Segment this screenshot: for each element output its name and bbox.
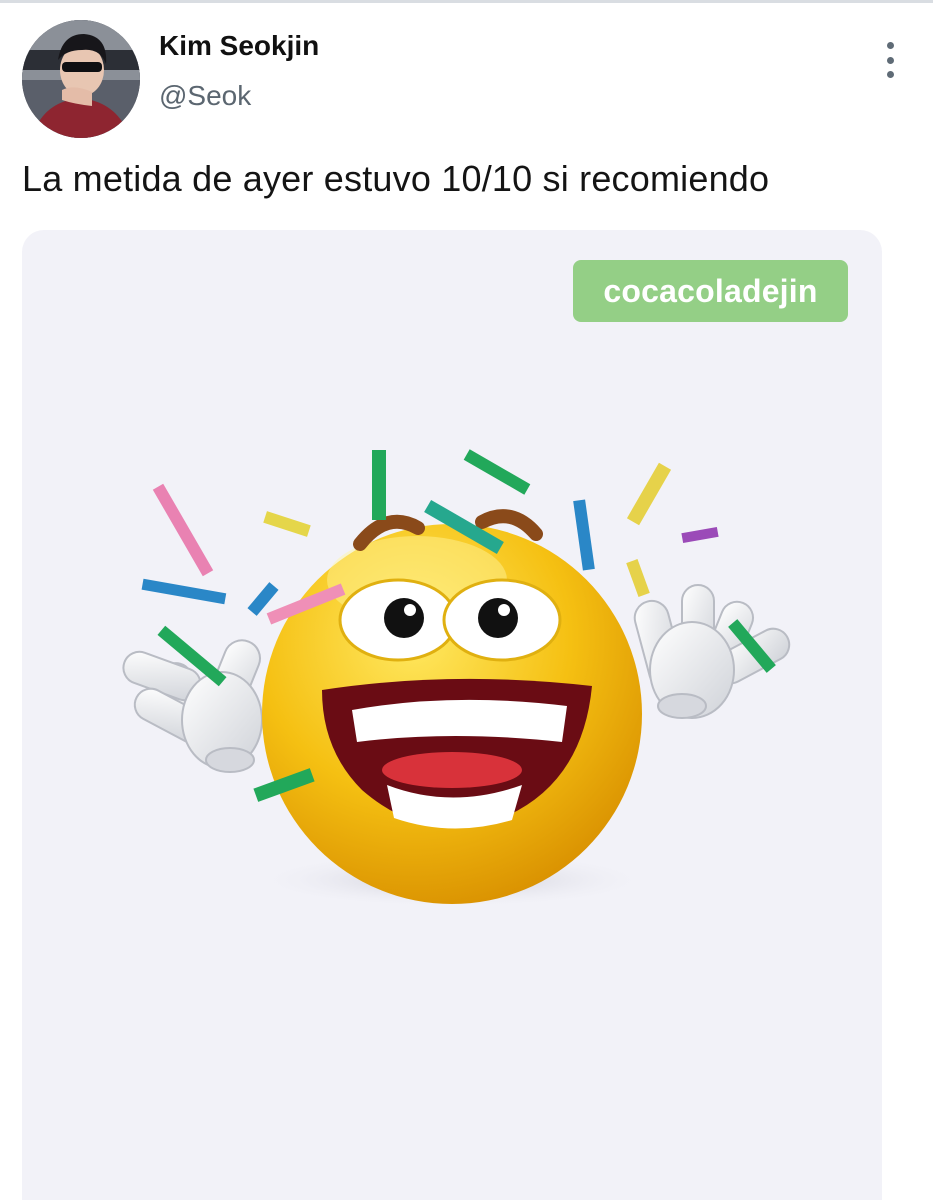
watermark-label: cocacoladejin (573, 260, 848, 322)
author-handle[interactable]: @Seok (159, 80, 251, 112)
laughing-emoji-image (122, 449, 791, 908)
right-glove (633, 584, 791, 719)
more-vertical-icon[interactable] (880, 42, 900, 78)
tweet-text: La metida de ayer estuvo 10/10 si recomi… (22, 158, 770, 199)
tweet-media[interactable]: cocacoladejin (22, 230, 882, 1200)
tweet-header: Kim Seokjin @Seok (22, 20, 912, 140)
avatar[interactable] (22, 20, 140, 138)
top-divider (0, 0, 933, 3)
author-name[interactable]: Kim Seokjin (159, 30, 319, 62)
